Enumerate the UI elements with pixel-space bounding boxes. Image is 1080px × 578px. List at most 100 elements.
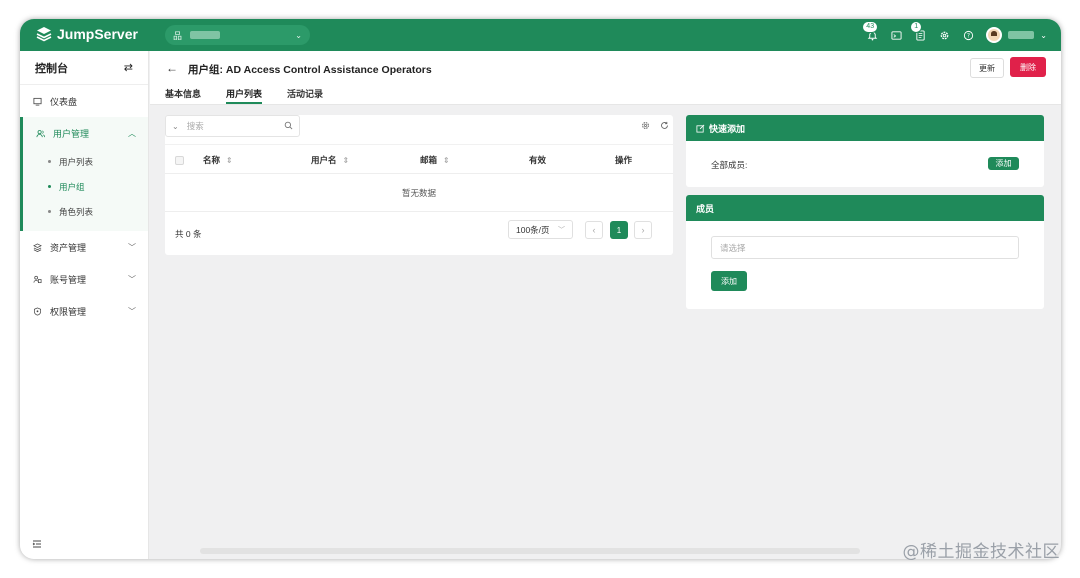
- table-header: 名称 ⇕ 用户名 ⇕ 邮箱 ⇕ 有效 操作: [165, 144, 673, 174]
- chevron-down-icon: ﹀: [558, 226, 565, 234]
- app-name: JumpServer: [57, 26, 138, 42]
- quick-add-button[interactable]: 添加: [988, 157, 1019, 170]
- avatar: [986, 27, 1003, 43]
- sort-icon: ⇕: [226, 155, 233, 165]
- chevron-down-icon[interactable]: ⌄: [172, 122, 179, 131]
- sidebar-item-label: 资产管理: [50, 242, 87, 253]
- bell-icon[interactable]: 43: [862, 21, 879, 41]
- select-all-checkbox[interactable]: [175, 156, 184, 165]
- sort-icon: ⇕: [342, 155, 350, 165]
- chevron-down-icon: ⌄: [295, 30, 302, 40]
- page-number-current[interactable]: 1: [610, 221, 628, 239]
- prev-page-button[interactable]: ‹: [585, 221, 603, 239]
- svg-text:?: ?: [967, 32, 970, 39]
- search-icon[interactable]: [284, 121, 293, 132]
- sort-icon: ⇕: [443, 155, 450, 165]
- add-member-button[interactable]: 添加: [711, 271, 747, 291]
- column-header-name[interactable]: 名称 ⇕: [203, 154, 233, 166]
- quick-add-header: 快速添加: [686, 115, 1044, 141]
- settings-icon[interactable]: [641, 121, 650, 132]
- search-input[interactable]: ⌄ 搜索: [165, 115, 300, 137]
- chevron-down-icon: ⌄: [1040, 30, 1047, 40]
- tab-activity-log[interactable]: 活动记录: [287, 87, 323, 104]
- delete-button[interactable]: 删除: [1010, 57, 1046, 77]
- quick-add-row: 全部成员: 添加: [686, 141, 1044, 187]
- users-icon: [35, 128, 45, 138]
- edit-icon: [696, 124, 705, 133]
- page-header: ← 用户组: AD Access Control Assistance Oper…: [150, 51, 1061, 105]
- collapse-sidebar-icon[interactable]: [32, 539, 42, 551]
- page-size-value: 100条/页: [516, 224, 550, 235]
- user-table-card: ⌄ 搜索 名称 ⇕ 用户名 ⇕ 邮箱 ⇕ 有效 操作 暂无数据 共 0 条 10…: [165, 115, 673, 255]
- sidebar-item-label: 权限管理: [50, 306, 87, 317]
- page-size-select[interactable]: 100条/页 ﹀: [508, 220, 573, 239]
- update-button[interactable]: 更新: [970, 58, 1004, 78]
- sidebar-subitem-label: 角色列表: [59, 206, 94, 217]
- column-header-valid: 有效: [529, 154, 546, 166]
- next-page-button[interactable]: ›: [634, 221, 652, 239]
- help-icon[interactable]: ?: [962, 29, 974, 41]
- horizontal-scrollbar[interactable]: [200, 548, 860, 554]
- sidebar-item-dashboard[interactable]: 仪表盘: [20, 85, 148, 117]
- members-body: 请选择 添加: [686, 221, 1044, 309]
- topbar-actions: 43 1 ? ⌄: [862, 21, 1047, 45]
- member-select-input[interactable]: 请选择: [711, 236, 1019, 259]
- quick-add-title: 快速添加: [709, 123, 746, 134]
- app-window: JumpServer 品 ⌄ 43 1 ? ⌄ 控制台 ⇄ 仪表盘 用户管理 ︿…: [20, 19, 1061, 559]
- sidebar-subitem-label: 用户列表: [59, 156, 94, 167]
- watermark: @稀土掘金技术社区: [902, 542, 1060, 562]
- search-placeholder: 搜索: [186, 121, 204, 131]
- sidebar-header: 控制台 ⇄: [20, 51, 148, 85]
- refresh-icon[interactable]: [660, 121, 669, 132]
- members-header: 成员: [686, 195, 1044, 221]
- sidebar-subitem-user-list[interactable]: 用户列表: [23, 149, 148, 174]
- quick-add-panel: 快速添加 全部成员: 添加: [686, 115, 1044, 187]
- org-name-blurred: [190, 31, 221, 39]
- sidebar-item-asset-management[interactable]: 资产管理 ﹀: [20, 231, 148, 263]
- column-label: 邮箱: [420, 155, 438, 165]
- tab-user-list[interactable]: 用户列表: [226, 87, 263, 104]
- column-label: 用户名: [311, 155, 337, 165]
- gear-icon[interactable]: [938, 29, 950, 41]
- sidebar-item-permission-management[interactable]: 权限管理 ﹀: [20, 295, 148, 327]
- bullet-icon: [48, 210, 51, 213]
- sidebar-item-label: 用户管理: [53, 128, 90, 139]
- sidebar: 控制台 ⇄ 仪表盘 用户管理 ︿ 用户列表 用户组 角色列表 资产管理 ﹀ 账号…: [20, 51, 149, 559]
- member-select-placeholder: 请选择: [720, 242, 746, 253]
- switch-view-icon[interactable]: ⇄: [124, 61, 133, 74]
- sidebar-subitem-user-groups[interactable]: 用户组: [23, 174, 148, 199]
- column-header-actions: 操作: [615, 154, 632, 166]
- accounts-icon: [32, 274, 42, 284]
- all-members-label: 全部成员:: [711, 160, 748, 170]
- sidebar-item-account-management[interactable]: 账号管理 ﹀: [20, 263, 148, 295]
- empty-table-message: 暂无数据: [165, 174, 673, 212]
- members-title: 成员: [696, 203, 715, 214]
- jumpserver-logo-icon: [36, 27, 52, 42]
- sidebar-title: 控制台: [35, 62, 68, 75]
- members-panel: 成员 请选择 添加: [686, 195, 1044, 309]
- total-count: 共 0 条: [175, 229, 202, 239]
- column-label: 有效: [529, 155, 547, 165]
- app-logo[interactable]: JumpServer: [36, 26, 138, 42]
- bullet-icon: [48, 160, 51, 163]
- sidebar-subitem-roles[interactable]: 角色列表: [23, 199, 148, 224]
- chevron-up-icon: ︿: [128, 128, 136, 138]
- sidebar-item-user-management[interactable]: 用户管理 ︿: [23, 117, 148, 149]
- ticket-icon[interactable]: 1: [910, 21, 926, 41]
- column-header-email[interactable]: 邮箱 ⇕: [420, 154, 450, 166]
- assets-icon: [32, 242, 42, 252]
- column-header-username[interactable]: 用户名 ⇕: [311, 154, 349, 166]
- organization-select[interactable]: 品 ⌄: [165, 25, 310, 45]
- user-menu[interactable]: ⌄: [986, 27, 1047, 43]
- tab-basic-info[interactable]: 基本信息: [165, 87, 201, 104]
- terminal-icon[interactable]: [890, 29, 902, 41]
- permissions-icon: [32, 306, 42, 316]
- notifications-badge: 43: [862, 21, 879, 33]
- bullet-icon: [48, 185, 51, 188]
- dashboard-icon: [32, 96, 42, 106]
- table-tools: [641, 121, 669, 132]
- back-arrow-icon[interactable]: ←: [166, 61, 178, 75]
- sidebar-group-user-management: 用户管理 ︿ 用户列表 用户组 角色列表: [20, 117, 148, 231]
- page-title: 用户组: AD Access Control Assistance Operat…: [188, 64, 432, 76]
- sidebar-subitem-label: 用户组: [59, 181, 85, 192]
